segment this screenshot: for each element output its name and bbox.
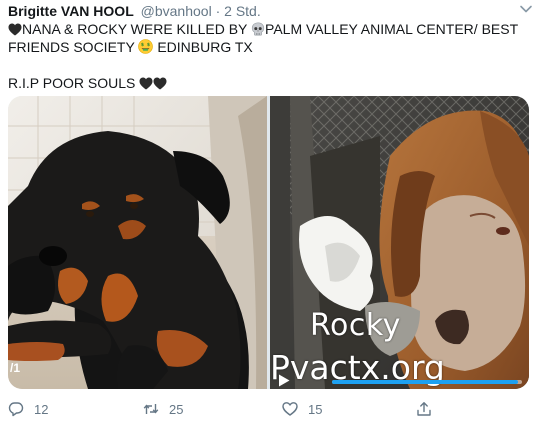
share-button[interactable] [416, 398, 442, 420]
svg-text:$: $ [141, 42, 144, 48]
author-handle[interactable]: @bvanhool [141, 3, 212, 19]
skull-icon [251, 22, 265, 36]
tweet-text-segment: PALM VALLEY ANIMAL CENTER/ BEST [265, 21, 519, 37]
share-icon [417, 402, 431, 416]
tweet-text: NANA & ROCKY WERE KILLED BY PALM VALLEY … [8, 20, 528, 92]
svg-text:$: $ [147, 42, 150, 48]
tweet-header: Brigitte VAN HOOL @bvanhool · 2 Std. [8, 2, 261, 20]
like-count: 15 [308, 401, 323, 417]
reply-icon [8, 402, 24, 417]
video-progress-bar[interactable] [332, 380, 522, 384]
black-heart-icon [139, 77, 153, 90]
reply-count: 12 [34, 401, 49, 417]
play-icon[interactable] [278, 374, 290, 387]
tweet-line-1: NANA & ROCKY WERE KILLED BY PALM VALLEY … [8, 20, 528, 38]
retweet-count: 25 [169, 401, 184, 417]
black-heart-icon [153, 77, 167, 90]
reply-button[interactable]: 12 [8, 398, 48, 420]
black-heart-icon [8, 23, 22, 36]
like-button[interactable]: 15 [282, 398, 322, 420]
tweet-line-2: FRIENDS SOCIETY $ $ EDINBURG TX [8, 38, 528, 56]
photo-nana[interactable]: /1 [8, 96, 267, 389]
tweet-text-segment: R.I.P POOR SOULS [8, 75, 140, 91]
tweet-card[interactable]: Brigitte VAN HOOL @bvanhool · 2 Std. NAN… [0, 0, 549, 428]
photo-rocky[interactable]: Rocky Pvactx.org [270, 96, 529, 389]
heart-icon [282, 402, 298, 416]
tweet-text-segment: EDINBURG TX [153, 39, 253, 55]
tweet-line-3: R.I.P POOR SOULS [8, 74, 528, 92]
author-name[interactable]: Brigitte VAN HOOL [8, 3, 134, 19]
chevron-down-icon[interactable] [517, 0, 535, 18]
watermark-name: Rocky [310, 308, 401, 343]
hound-photo [270, 96, 529, 389]
video-progress-fill [332, 380, 519, 384]
tweet-timestamp[interactable]: 2 Std. [224, 3, 261, 19]
retweet-icon [143, 404, 159, 414]
media-counter: /1 [10, 361, 21, 375]
retweet-button[interactable]: 25 [143, 398, 183, 420]
tweet-actions: 12 25 15 [0, 398, 549, 420]
separator-dot: · [215, 3, 221, 19]
rottweiler-photo [8, 96, 267, 389]
money-mouth-face-icon: $ $ [138, 39, 154, 54]
tweet-media[interactable]: /1 Rocky Pvactx.org [8, 96, 529, 389]
tweet-text-segment: NANA & ROCKY WERE KILLED BY [22, 21, 252, 37]
tweet-text-segment: FRIENDS SOCIETY [8, 39, 139, 55]
